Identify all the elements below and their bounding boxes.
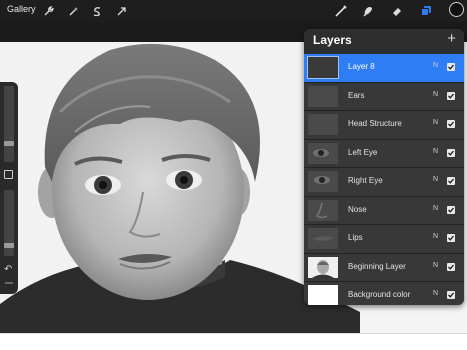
top-toolbar: Gallery: [0, 0, 467, 22]
layer-thumbnail: [308, 256, 338, 278]
layer-row[interactable]: Left Eye N: [304, 139, 464, 168]
visibility-checkbox[interactable]: [447, 205, 455, 214]
layer-name: Right Eye: [348, 176, 383, 185]
color-picker-button[interactable]: [449, 2, 464, 17]
visibility-checkbox[interactable]: [447, 262, 455, 271]
visibility-checkbox[interactable]: [447, 177, 455, 185]
brush-size-thumb[interactable]: [4, 141, 14, 146]
layer-row[interactable]: Right Eye N: [304, 168, 464, 197]
visibility-checkbox[interactable]: [447, 234, 455, 242]
opacity-thumb[interactable]: [4, 243, 14, 248]
visibility-checkbox[interactable]: [447, 63, 455, 71]
layer-name: Nose: [348, 204, 367, 214]
visibility-checkbox[interactable]: [447, 148, 455, 157]
layers-icon[interactable]: [418, 3, 434, 19]
redo-icon[interactable]: [5, 282, 13, 284]
layer-row[interactable]: Head Structure N: [304, 111, 464, 140]
blend-mode-button[interactable]: N: [433, 290, 438, 297]
blend-mode-button[interactable]: N: [433, 62, 438, 69]
visibility-checkbox[interactable]: [447, 91, 455, 100]
layer-thumbnail: [308, 285, 338, 305]
blend-mode-button[interactable]: N: [433, 148, 438, 155]
gallery-button[interactable]: Gallery: [7, 4, 36, 14]
layer-row[interactable]: Layer 8 N: [304, 54, 464, 83]
layer-thumbnail: [308, 142, 338, 164]
layer-row[interactable]: Ears N: [304, 82, 464, 111]
visibility-checkbox[interactable]: [447, 291, 455, 299]
layer-name: Layer 8: [348, 62, 375, 71]
layers-panel: Layers + Layer 8 N Ears N Head Structure…: [304, 29, 464, 305]
blend-mode-button[interactable]: N: [433, 262, 438, 269]
canvas-edge: [0, 333, 467, 350]
transform-arrow-icon[interactable]: [113, 3, 129, 19]
layer-name: Ears: [348, 90, 365, 100]
wrench-icon[interactable]: [40, 3, 56, 19]
smudge-icon[interactable]: [360, 3, 376, 19]
layer-thumbnail: [307, 56, 339, 79]
undo-icon[interactable]: ↶: [4, 265, 12, 275]
layer-name: Background color: [348, 290, 411, 299]
opacity-slider[interactable]: [4, 190, 14, 256]
eraser-icon[interactable]: [389, 3, 405, 19]
selection-icon[interactable]: [89, 3, 105, 19]
layer-name: Lips: [348, 233, 363, 242]
blend-mode-button[interactable]: N: [433, 91, 438, 98]
layers-panel-header: Layers +: [304, 29, 464, 53]
layers-list: Layer 8 N Ears N Head Structure N Left E…: [304, 54, 464, 305]
blend-mode-button[interactable]: N: [433, 233, 438, 240]
layer-thumbnail: [308, 85, 338, 107]
layer-thumbnail: [308, 228, 338, 249]
layer-thumbnail: [308, 199, 338, 221]
left-sidebar: ↶: [0, 82, 18, 294]
layers-panel-title: Layers: [313, 33, 352, 47]
brush-size-slider[interactable]: [4, 86, 14, 162]
layer-name: Beginning Layer: [348, 261, 406, 271]
magic-wand-icon[interactable]: [65, 3, 81, 19]
layer-name: Left Eye: [348, 147, 378, 157]
blend-mode-button[interactable]: N: [433, 176, 438, 183]
layer-thumbnail: [308, 114, 338, 135]
layer-row[interactable]: Lips N: [304, 225, 464, 254]
layer-thumbnail: [308, 171, 338, 192]
layer-row[interactable]: Background color N: [304, 282, 464, 305]
layer-row[interactable]: Nose N: [304, 196, 464, 225]
add-layer-button[interactable]: +: [447, 30, 456, 47]
blend-mode-button[interactable]: N: [433, 119, 438, 126]
layer-row[interactable]: Beginning Layer N: [304, 253, 464, 282]
layer-name: Head Structure: [348, 119, 402, 128]
visibility-checkbox[interactable]: [447, 120, 455, 128]
brush-icon[interactable]: [333, 3, 349, 19]
blend-mode-button[interactable]: N: [433, 205, 438, 212]
modify-button[interactable]: [4, 170, 13, 179]
